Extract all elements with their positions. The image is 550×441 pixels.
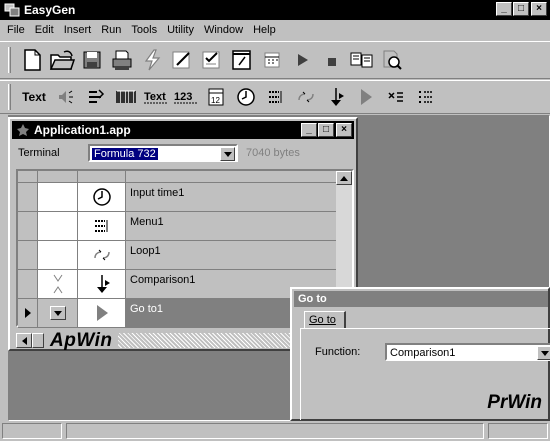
menu-icon xyxy=(78,212,126,240)
app-close-button[interactable]: × xyxy=(336,123,352,137)
scroll-thumb[interactable] xyxy=(32,333,44,348)
run-icon[interactable] xyxy=(287,46,317,74)
delete-icon[interactable] xyxy=(381,83,411,111)
open-folder-icon[interactable] xyxy=(47,46,77,74)
minimize-button[interactable]: _ xyxy=(496,2,512,16)
row-label: Loop1 xyxy=(126,241,340,269)
row-label: Menu1 xyxy=(126,212,340,240)
function-value: Comparison1 xyxy=(390,347,456,359)
toolbar-grip[interactable] xyxy=(8,84,11,110)
bytes-count: 7040 bytes xyxy=(246,147,300,159)
menu-file[interactable]: File xyxy=(2,24,30,36)
toolbar-grip[interactable] xyxy=(8,47,11,73)
app-title-bar: EasyGen _ □ × xyxy=(0,0,550,20)
table-row[interactable]: Menu1 xyxy=(18,212,340,241)
application-title-bar[interactable]: Application1.app _ □ × xyxy=(12,121,354,139)
function-select[interactable]: Comparison1 xyxy=(385,343,550,361)
tab-goto[interactable]: Go to xyxy=(304,311,346,329)
edit-pencil-icon[interactable] xyxy=(167,46,197,74)
grid-header xyxy=(18,171,340,183)
new-document-icon[interactable] xyxy=(17,46,47,74)
text-entry-icon[interactable]: Text xyxy=(141,83,171,111)
scroll-left-icon[interactable] xyxy=(16,333,32,348)
row-pointer-icon xyxy=(18,299,38,327)
function-row: Function: Comparison1 xyxy=(315,343,550,361)
list-icon[interactable] xyxy=(411,83,441,111)
clock-icon xyxy=(78,183,126,211)
loop-icon[interactable] xyxy=(291,83,321,111)
object-toolbar: Text Text 123 12 xyxy=(0,80,550,114)
chevron-down-icon[interactable] xyxy=(537,346,550,360)
apwin-label: ApWin xyxy=(50,329,113,351)
table-row[interactable]: Input time1 xyxy=(18,183,340,212)
branch-arrows-icon xyxy=(38,270,78,298)
row-label: Input time1 xyxy=(126,183,340,211)
svg-text:12: 12 xyxy=(211,96,220,105)
menu-tools[interactable]: Tools xyxy=(126,24,162,36)
scroll-up-icon[interactable] xyxy=(336,171,352,185)
print-icon[interactable] xyxy=(107,46,137,74)
calendar-icon[interactable] xyxy=(257,46,287,74)
search-document-icon[interactable] xyxy=(377,46,407,74)
date-icon[interactable]: 12 xyxy=(201,83,231,111)
goto-panel: Function: Comparison1 PrWin xyxy=(300,328,550,420)
numeric-entry-icon[interactable]: 123 xyxy=(171,83,201,111)
maximize-button[interactable]: □ xyxy=(513,2,529,16)
goto-title-bar[interactable]: Go to xyxy=(294,291,548,307)
terminal-row: Terminal Formula 732 7040 bytes xyxy=(18,143,352,163)
compile-icon[interactable] xyxy=(347,46,377,74)
status-pane xyxy=(66,423,484,439)
prwin-label: PrWin xyxy=(487,392,542,413)
menu-run[interactable]: Run xyxy=(96,24,126,36)
sound-icon[interactable] xyxy=(51,83,81,111)
menu-bar: File Edit Insert Run Tools Utility Windo… xyxy=(0,20,550,40)
app-title: EasyGen xyxy=(24,3,76,17)
application-icon xyxy=(17,124,29,136)
status-bar xyxy=(0,421,550,441)
app-icon xyxy=(4,3,20,17)
comparison-icon[interactable] xyxy=(321,83,351,111)
menu-icon[interactable] xyxy=(261,83,291,111)
status-pane xyxy=(2,423,62,439)
terminal-select[interactable]: Formula 732 xyxy=(88,144,238,162)
svg-text:123: 123 xyxy=(174,91,192,103)
goto-icon[interactable] xyxy=(351,83,381,111)
loop-icon xyxy=(78,241,126,269)
stop-icon[interactable] xyxy=(317,46,347,74)
goto-window: Go to Go to Function: Comparison1 PrWin xyxy=(290,287,550,421)
row-dropdown[interactable] xyxy=(38,299,78,327)
chevron-down-icon[interactable] xyxy=(220,147,235,161)
goto-icon xyxy=(78,299,126,327)
main-toolbar xyxy=(0,41,550,79)
notepad-icon[interactable] xyxy=(227,46,257,74)
svg-text:Text: Text xyxy=(144,91,166,103)
app-maximize-button[interactable]: □ xyxy=(318,123,334,137)
status-pane xyxy=(488,423,548,439)
menu-window[interactable]: Window xyxy=(199,24,248,36)
menu-edit[interactable]: Edit xyxy=(30,24,59,36)
tab-goto-label: Go to xyxy=(309,314,336,326)
menu-help[interactable]: Help xyxy=(248,24,281,36)
comparison-icon xyxy=(78,270,126,298)
menu-insert[interactable]: Insert xyxy=(59,24,97,36)
save-icon[interactable] xyxy=(77,46,107,74)
terminal-value: Formula 732 xyxy=(92,148,158,160)
table-row[interactable]: Loop1 xyxy=(18,241,340,270)
checklist-icon[interactable] xyxy=(197,46,227,74)
clock-icon[interactable] xyxy=(231,83,261,111)
terminal-label: Terminal xyxy=(18,147,60,159)
screen-icon[interactable] xyxy=(81,83,111,111)
menu-utility[interactable]: Utility xyxy=(162,24,199,36)
application-title: Application1.app xyxy=(34,123,131,137)
function-label: Function: xyxy=(315,346,361,358)
text-button[interactable]: Text xyxy=(17,83,51,111)
close-button[interactable]: × xyxy=(531,2,547,16)
app-minimize-button[interactable]: _ xyxy=(301,123,317,137)
barcode-icon[interactable] xyxy=(111,83,141,111)
lightning-icon[interactable] xyxy=(137,46,167,74)
